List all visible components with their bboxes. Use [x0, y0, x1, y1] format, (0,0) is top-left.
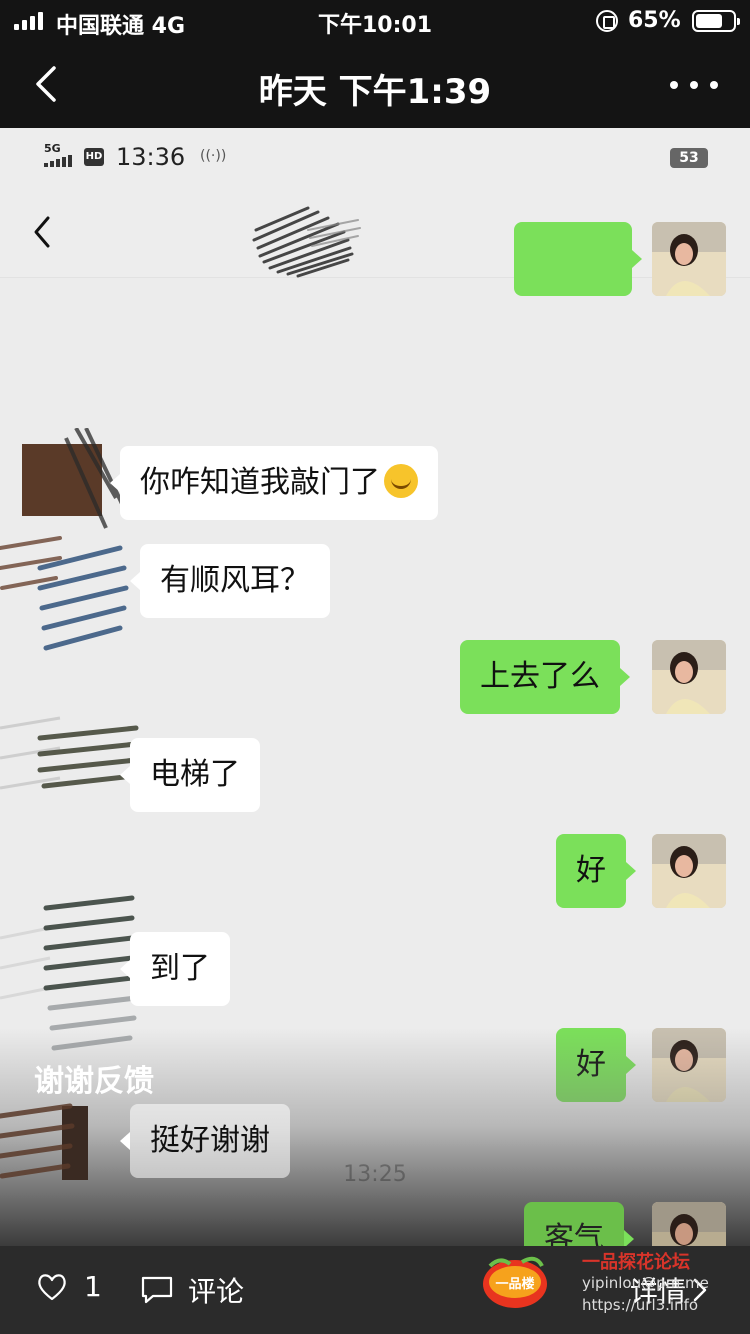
network-label: 5G: [44, 142, 61, 155]
heart-icon: [38, 1273, 66, 1300]
portrait-image: [652, 640, 726, 714]
redacted-avatar: [0, 716, 139, 790]
message-bubble-outgoing[interactable]: 好: [556, 834, 636, 908]
redacted-contact-name: [252, 206, 361, 278]
inner-status-bar: 5G HD 13:36 ((·)) 53: [0, 128, 750, 190]
more-options-icon[interactable]: [670, 70, 718, 100]
watermark: 一品楼 一品探花论坛 yipinlou@pm.me https://url3.i…: [478, 1248, 738, 1328]
my-avatar[interactable]: [652, 222, 726, 296]
my-avatar[interactable]: [652, 834, 726, 908]
message-bubble-incoming[interactable]: 挺好谢谢: [120, 1104, 290, 1178]
viewer-header: 昨天 下午1:39: [0, 42, 750, 128]
like-button[interactable]: 1: [36, 1270, 102, 1303]
laughing-crying-emoji-icon: [384, 463, 418, 498]
comment-button[interactable]: 评论: [140, 1270, 244, 1310]
message-bubble-outgoing[interactable]: [514, 222, 642, 296]
time-divider: 13:25: [343, 1162, 407, 1187]
watermark-url: https://url3.info: [582, 1296, 699, 1314]
my-avatar[interactable]: [652, 1202, 726, 1246]
rotation-lock-icon: [596, 10, 618, 32]
inner-time: 13:36: [116, 143, 186, 171]
battery-icon: [692, 10, 740, 32]
my-avatar[interactable]: [652, 640, 726, 714]
portrait-image: [652, 834, 726, 908]
shared-screenshot: 5G HD 13:36 ((·)) 53 你咋知道我敲门了 有顺风耳？ 上去了么…: [0, 128, 750, 1246]
hd-badge: HD: [84, 148, 104, 166]
watermark-logo-text: 一品楼: [495, 1276, 534, 1292]
message-list: 你咋知道我敲门了 有顺风耳？ 上去了么 电梯了 好 到了 好 13:25: [0, 222, 750, 1246]
comment-icon: [141, 1276, 173, 1304]
viewer-title: 昨天 下午1:39: [258, 72, 492, 112]
watermark-title: 一品探花论坛: [582, 1252, 690, 1273]
watermark-email: yipinlou@pm.me: [582, 1274, 709, 1292]
portrait-image: [652, 222, 726, 296]
message-bubble-incoming[interactable]: 你咋知道我敲门了: [110, 446, 438, 520]
redacted-avatar: [0, 536, 129, 651]
nfc-icon: ((·)): [200, 148, 227, 164]
message-bubble-outgoing[interactable]: 上去了么: [460, 640, 630, 714]
redacted-avatar: [0, 895, 139, 1051]
message-bubble-outgoing[interactable]: 客气: [524, 1202, 634, 1246]
cell-signal-icon: [44, 155, 72, 167]
message-bubble-incoming[interactable]: 到了: [120, 932, 230, 1006]
redacted-avatar: [0, 1103, 88, 1180]
like-count: 1: [84, 1270, 102, 1303]
comment-label: 评论: [188, 1275, 245, 1308]
portrait-image: [652, 1202, 726, 1246]
chat-back-icon[interactable]: [28, 212, 58, 252]
watermark-logo: 一品楼: [483, 1256, 547, 1308]
outer-status-bar: 中国联通 4G 下午10:01 65%: [0, 0, 750, 42]
battery-percent: 65%: [628, 8, 681, 33]
message-bubble-incoming[interactable]: 电梯了: [120, 738, 260, 812]
message-bubble-outgoing[interactable]: 好: [556, 1028, 636, 1102]
message-bubble-incoming[interactable]: 有顺风耳？: [130, 544, 330, 618]
my-avatar[interactable]: [652, 1028, 726, 1102]
inner-battery: 53: [670, 148, 708, 168]
post-caption: 谢谢反馈: [34, 1064, 154, 1099]
portrait-image: [652, 1028, 726, 1102]
message-text: 你咋知道我敲门了: [140, 465, 380, 500]
